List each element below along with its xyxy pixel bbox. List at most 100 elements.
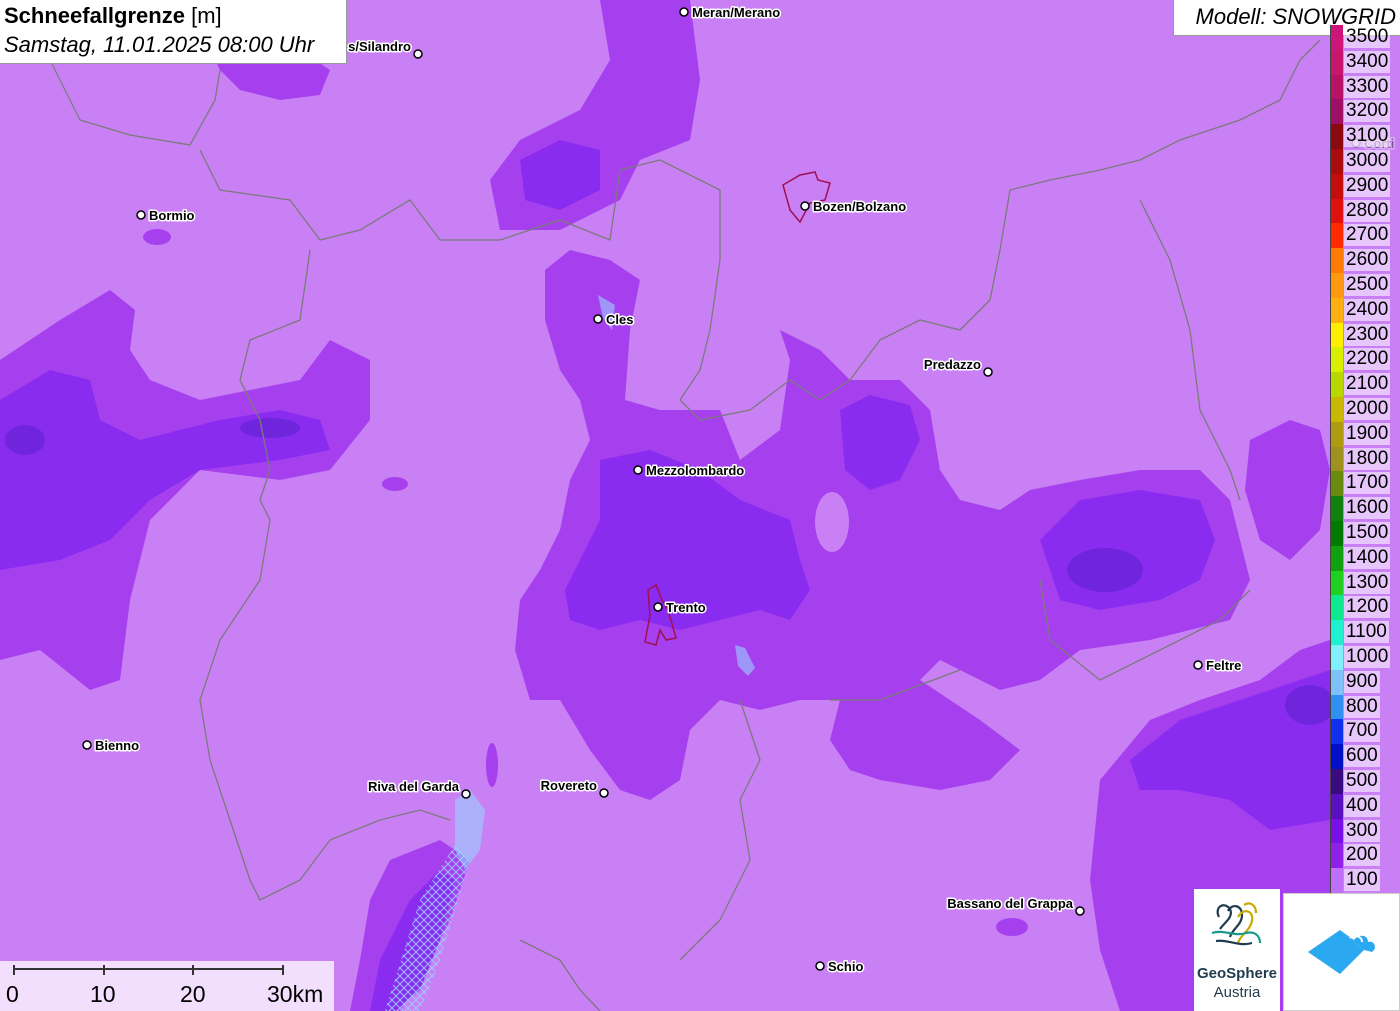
legend-swatch [1330, 99, 1343, 125]
legend-item-2300: 2300 [1330, 322, 1400, 348]
city-dot [593, 314, 603, 324]
legend-swatch [1330, 347, 1343, 373]
legend-item-3200: 3200 [1330, 99, 1400, 125]
legend-swatch [1330, 223, 1343, 249]
legend-label: 100 [1344, 869, 1380, 892]
legend-label: 1000 [1344, 646, 1391, 668]
legend-swatch [1330, 149, 1343, 174]
city-dot [1193, 660, 1203, 670]
legend-label: 2100 [1344, 373, 1391, 396]
legend-item-2000: 2000 [1330, 397, 1400, 422]
legend-label: 700 [1344, 720, 1380, 743]
legend-item-700: 700 [1330, 719, 1400, 745]
legend-item-600: 600 [1330, 744, 1400, 769]
legend-swatch [1330, 248, 1343, 273]
legend-label: 1700 [1344, 472, 1391, 495]
city-label: Schio [828, 959, 863, 974]
legend-swatch [1330, 471, 1343, 497]
geosphere-icon [1211, 902, 1262, 946]
city-label: Bienno [95, 738, 139, 753]
legend-swatch [1330, 669, 1343, 695]
legend-item-3100: 3100 [1330, 124, 1400, 149]
legend-item-1800: 1800 [1330, 446, 1400, 472]
map-datetime: Samstag, 11.01.2025 08:00 Uhr [4, 32, 315, 57]
legend-item-2800: 2800 [1330, 198, 1400, 224]
legend-label: 2400 [1344, 298, 1391, 321]
city-label: Bozen/Bolzano [813, 199, 906, 214]
geosphere-logo[interactable]: GeoSphere Austria [1194, 889, 1280, 1011]
legend-swatch [1330, 868, 1343, 893]
title-box: Schneefallgrenze [m] Samstag, 11.01.2025… [0, 0, 347, 64]
legend-swatch [1330, 595, 1343, 621]
legend-swatch [1330, 521, 1343, 546]
legend-swatch [1330, 570, 1343, 596]
legend-swatch [1330, 421, 1343, 447]
legend-swatch [1330, 322, 1343, 348]
legend-item-400: 400 [1330, 793, 1400, 819]
city-dot [983, 367, 993, 377]
legend-item-800: 800 [1330, 694, 1400, 720]
legend-swatch [1330, 446, 1343, 472]
legend-item-2100: 2100 [1330, 372, 1400, 397]
legend-label: 900 [1344, 670, 1380, 693]
city-mezzolombardo: Mezzolombardo [633, 462, 746, 480]
legend-label: 2600 [1344, 249, 1391, 272]
legend-label: 800 [1344, 695, 1380, 718]
legend-item-300: 300 [1330, 818, 1400, 844]
legend-swatch [1330, 198, 1343, 224]
legend-item-2400: 2400 [1330, 297, 1400, 323]
legend-swatch [1330, 719, 1343, 745]
legend-item-1200: 1200 [1330, 595, 1400, 621]
city-label: Predazzo [924, 357, 981, 372]
legend-label: 1400 [1344, 546, 1391, 569]
scale-label-10: 10 [90, 981, 116, 1007]
app-logo[interactable] [1283, 893, 1400, 1011]
legend-item-1700: 1700 [1330, 471, 1400, 497]
city-dot [461, 789, 471, 799]
legend-item-1600: 1600 [1330, 496, 1400, 521]
city-label: Mezzolombardo [646, 463, 744, 478]
legend-label: 1500 [1344, 522, 1391, 544]
logo-text-geosphere: GeoSphere [1196, 965, 1278, 982]
legend-swatch [1330, 645, 1343, 670]
legend-label: 2700 [1344, 224, 1391, 247]
city-label: Bormio [149, 208, 195, 223]
city-label: Trento [666, 600, 706, 615]
map-title: Schneefallgrenze [m] [4, 3, 222, 29]
legend-item-100: 100 [1330, 868, 1400, 893]
scale-bar: 0 10 20 30km [0, 961, 334, 1011]
legend-label: 2900 [1344, 174, 1391, 197]
legend-swatch [1330, 173, 1343, 199]
city-dot [679, 7, 689, 17]
legend-label: 2000 [1344, 398, 1391, 420]
scale-label-0: 0 [6, 981, 19, 1007]
legend-item-3500: 3500 [1330, 25, 1400, 50]
city-label: Bassano del Grappa [947, 896, 1073, 911]
city-dot [599, 788, 609, 798]
legend-label: 3100 [1344, 125, 1391, 148]
legend-label: 1900 [1344, 422, 1391, 445]
legend-item-200: 200 [1330, 843, 1400, 869]
legend-label: 3400 [1344, 50, 1391, 73]
legend-item-2700: 2700 [1330, 223, 1400, 249]
city-label: s/Silandro [348, 39, 411, 54]
legend-swatch [1330, 545, 1343, 571]
legend-item-1500: 1500 [1330, 521, 1400, 546]
legend-item-1400: 1400 [1330, 545, 1400, 571]
legend-label: 1800 [1344, 447, 1391, 470]
legend-item-2600: 2600 [1330, 248, 1400, 273]
legend-item-1000: 1000 [1330, 645, 1400, 670]
legend-swatch [1330, 25, 1343, 50]
city-meran: Meran/Merano [679, 4, 782, 22]
snowfall-map[interactable]: Meran/Merano s/Silandro Bormio Bozen/Bolzan… [0, 0, 1400, 1011]
legend-swatch [1330, 74, 1343, 100]
legend-item-500: 500 [1330, 769, 1400, 794]
legend-item-1300: 1300 [1330, 570, 1400, 596]
legend-swatch [1330, 620, 1343, 645]
legend-label: 3300 [1344, 75, 1391, 98]
scale-label-30km: 30km [267, 981, 324, 1007]
title-text: Schneefallgrenze [4, 3, 185, 28]
legend-item-1100: 1100 [1330, 620, 1400, 645]
legend-label: 300 [1344, 819, 1380, 842]
city-dot [136, 210, 146, 220]
